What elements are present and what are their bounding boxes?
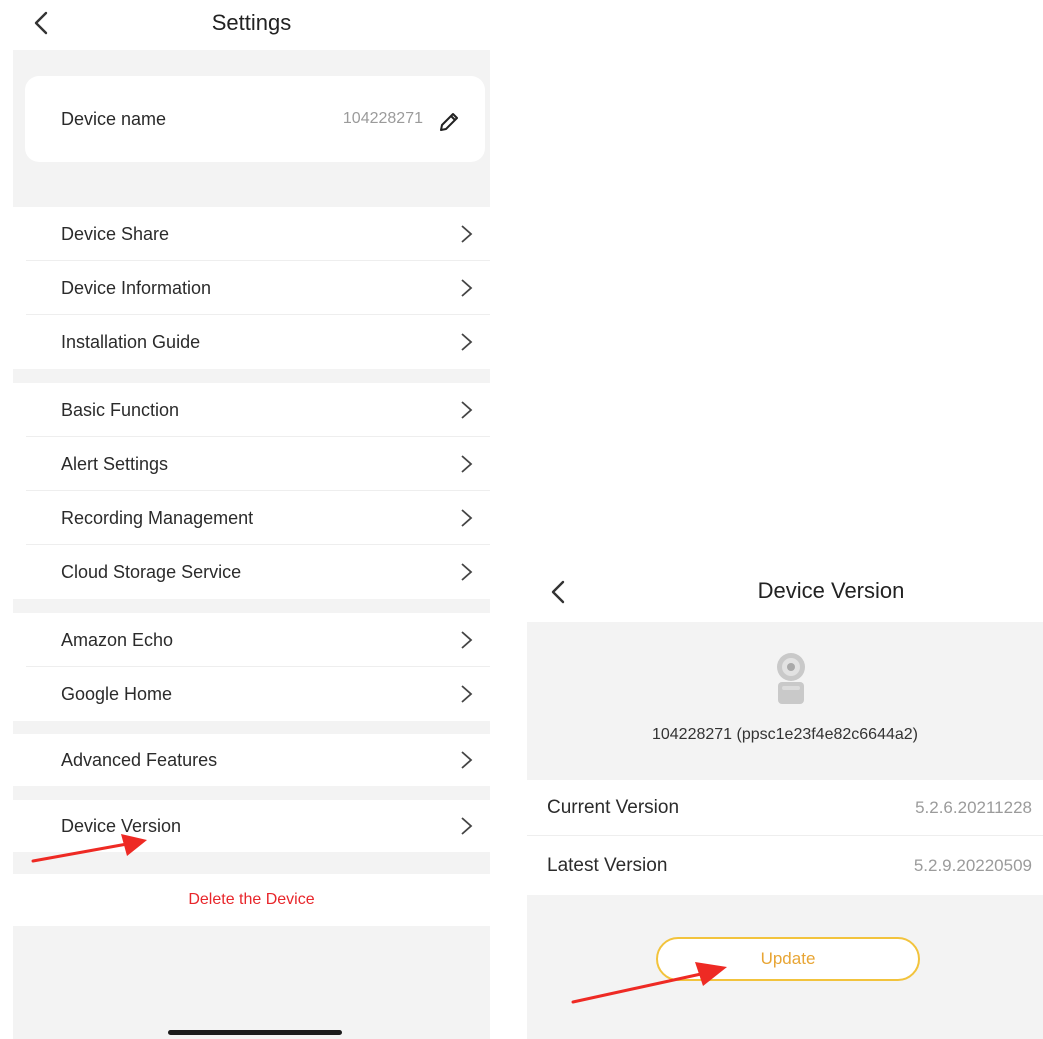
chevron-right-icon	[461, 685, 473, 703]
device-version-header: Device Version	[527, 560, 1043, 622]
settings-item-google-home[interactable]: Google Home	[13, 667, 490, 721]
delete-device-button[interactable]: Delete the Device	[13, 874, 490, 926]
latest-version-value: 5.2.9.20220509	[913, 856, 1032, 875]
settings-header: Settings	[13, 0, 490, 50]
chevron-right-icon	[461, 817, 473, 835]
settings-item-label: Cloud Storage Service	[61, 562, 242, 582]
device-panel: 104228271 (ppsc1e23f4e82c6644a2)	[527, 622, 1043, 780]
settings-item-label: Google Home	[61, 684, 173, 704]
pencil-icon[interactable]	[437, 110, 461, 134]
chevron-right-icon	[461, 279, 473, 297]
settings-group-2: Basic Function Alert Settings Recording …	[13, 383, 490, 599]
settings-item-label: Device Information	[61, 278, 212, 298]
settings-item-device-version[interactable]: Device Version	[13, 800, 490, 852]
chevron-right-icon	[461, 563, 473, 581]
current-version-label: Current Version	[547, 797, 680, 818]
camera-icon	[777, 653, 805, 704]
settings-screen: Settings Device name 104228271 Device Sh…	[13, 0, 490, 1039]
divider	[527, 835, 1043, 836]
section-gap	[13, 599, 490, 613]
settings-item-label: Alert Settings	[61, 454, 169, 474]
settings-item-label: Basic Function	[61, 400, 180, 420]
section-gap	[13, 721, 490, 734]
section-gap	[13, 852, 490, 874]
chevron-right-icon	[461, 751, 473, 769]
settings-group-4: Advanced Features	[13, 734, 490, 786]
update-button[interactable]: Update	[656, 937, 920, 981]
settings-item-label: Advanced Features	[61, 750, 218, 770]
settings-item-advanced-features[interactable]: Advanced Features	[13, 734, 490, 786]
settings-item-alert-settings[interactable]: Alert Settings	[13, 437, 490, 491]
settings-item-cloud-storage-service[interactable]: Cloud Storage Service	[13, 545, 490, 599]
chevron-right-icon	[461, 333, 473, 351]
settings-item-label: Installation Guide	[61, 332, 201, 352]
page-title: Device Version	[757, 578, 905, 603]
device-name-value: 104228271	[342, 110, 423, 127]
device-version-screen: Device Version 104228271 (ppsc1e23f4e82c…	[527, 560, 1043, 1039]
chevron-right-icon	[461, 631, 473, 649]
device-name-label: Device name	[61, 109, 167, 129]
settings-group-5: Device Version	[13, 800, 490, 852]
update-area: Update	[527, 895, 1043, 1039]
back-icon[interactable]	[546, 579, 572, 605]
settings-item-amazon-echo[interactable]: Amazon Echo	[13, 613, 490, 667]
settings-group-1: Device Share Device Information Installa…	[13, 207, 490, 369]
chevron-right-icon	[461, 401, 473, 419]
current-version-value: 5.2.6.20211228	[915, 798, 1032, 817]
bottom-area	[13, 926, 490, 1039]
chevron-right-icon	[461, 455, 473, 473]
settings-item-device-share[interactable]: Device Share	[13, 207, 490, 261]
home-indicator	[168, 1030, 342, 1035]
latest-version-label: Latest Version	[547, 855, 668, 876]
latest-version-row: Latest Version 5.2.9.20220509	[527, 838, 1043, 894]
settings-item-recording-management[interactable]: Recording Management	[13, 491, 490, 545]
settings-item-installation-guide[interactable]: Installation Guide	[13, 315, 490, 369]
page-title: Settings	[211, 10, 292, 35]
settings-item-basic-function[interactable]: Basic Function	[13, 383, 490, 437]
current-version-row: Current Version 5.2.6.20211228	[527, 780, 1043, 836]
device-name-card[interactable]: Device name 104228271	[25, 76, 485, 162]
settings-item-label: Device Version	[61, 816, 182, 836]
settings-item-label: Recording Management	[61, 508, 254, 528]
settings-item-label: Device Share	[61, 224, 170, 244]
chevron-right-icon	[461, 225, 473, 243]
settings-group-3: Amazon Echo Google Home	[13, 613, 490, 721]
section-gap	[13, 369, 490, 383]
chevron-right-icon	[461, 509, 473, 527]
section-gap	[13, 786, 490, 800]
settings-item-label: Amazon Echo	[61, 630, 174, 650]
settings-item-device-information[interactable]: Device Information	[13, 261, 490, 315]
device-id: 104228271 (ppsc1e23f4e82c6644a2)	[651, 726, 918, 743]
